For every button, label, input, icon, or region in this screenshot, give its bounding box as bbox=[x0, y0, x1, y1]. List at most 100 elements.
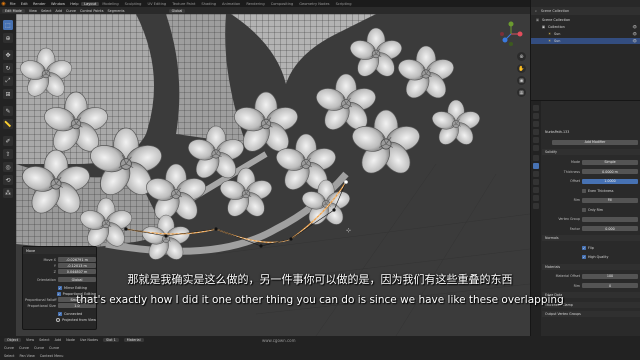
status-item[interactable]: Pan View bbox=[19, 354, 34, 358]
select-box-icon[interactable]: ⬚ bbox=[3, 20, 13, 30]
status-item[interactable]: Material bbox=[123, 338, 144, 342]
menu-window[interactable]: Window bbox=[48, 2, 67, 6]
object-name[interactable]: NurbsPath.133 bbox=[542, 130, 569, 134]
property-field[interactable]: 1.0000 bbox=[582, 178, 638, 184]
property-field[interactable]: Simple bbox=[582, 159, 638, 165]
projected-row[interactable]: Projected from View bbox=[25, 317, 96, 323]
rotate-icon[interactable]: ↻ bbox=[3, 63, 13, 73]
add-modifier-button[interactable]: Add Modifier bbox=[552, 139, 638, 145]
status-item[interactable]: Curve bbox=[49, 346, 59, 350]
property-checkbox-row[interactable]: ✓ Flip bbox=[542, 245, 640, 251]
menu-segments[interactable]: Segments bbox=[108, 9, 125, 13]
property-checkbox[interactable]: ✓ bbox=[582, 245, 586, 250]
property-checkbox[interactable] bbox=[582, 188, 586, 193]
status-item[interactable]: Context Menu bbox=[40, 354, 64, 358]
output-tab-icon[interactable] bbox=[533, 121, 539, 127]
tab-shading[interactable]: Shading bbox=[198, 2, 219, 6]
tab-rendering[interactable]: Rendering bbox=[243, 2, 267, 6]
modifier-tab-icon[interactable] bbox=[533, 163, 539, 169]
menu-file[interactable]: File bbox=[7, 2, 18, 6]
property-field[interactable] bbox=[582, 216, 638, 222]
world-tab-icon[interactable] bbox=[533, 145, 539, 151]
camera-icon[interactable]: ▣ bbox=[517, 76, 526, 85]
blender-logo-icon[interactable]: ◉ bbox=[0, 0, 7, 7]
object-name-row[interactable]: NurbsPath.133 bbox=[542, 129, 640, 135]
filter-icon[interactable]: ⌕ bbox=[535, 9, 537, 13]
menu-edit[interactable]: Edit bbox=[18, 2, 30, 6]
property-field[interactable]: 0.0000 m bbox=[582, 169, 638, 174]
move-y-field[interactable]: -0.12013 m bbox=[58, 263, 96, 269]
status-item[interactable]: View bbox=[26, 338, 34, 342]
property-row[interactable]: Vertex Group bbox=[542, 216, 640, 222]
radius-icon[interactable]: ◎ bbox=[3, 162, 13, 172]
particles-tab-icon[interactable] bbox=[533, 171, 539, 177]
connected-row[interactable]: ✓ Connected bbox=[25, 311, 96, 317]
move-x-row[interactable]: Move X -0.026791 m bbox=[25, 257, 96, 263]
modifier-header[interactable]: Solidify bbox=[542, 149, 640, 155]
measure-icon[interactable]: 📏 bbox=[3, 119, 13, 129]
panel-section-header[interactable]: Output Vertex Groups bbox=[542, 311, 640, 317]
visibility-eye-icon[interactable]: 👁 bbox=[632, 32, 637, 36]
tab-modeling[interactable]: Modeling bbox=[99, 2, 121, 6]
randomize-icon[interactable]: ⁂ bbox=[3, 188, 13, 198]
constraints-tab-icon[interactable] bbox=[533, 187, 539, 193]
render-tab-icon[interactable] bbox=[533, 113, 539, 119]
mode-selector[interactable]: Edit Mode bbox=[2, 8, 25, 13]
panel-section-header[interactable]: Normals bbox=[542, 235, 640, 241]
physics-tab-icon[interactable] bbox=[533, 179, 539, 185]
tab-uv-editing[interactable]: UV Editing bbox=[144, 2, 169, 6]
section-label[interactable]: Normals bbox=[545, 236, 559, 240]
add-modifier-row[interactable]: Add Modifier bbox=[542, 139, 640, 145]
tilt-icon[interactable]: ⟲ bbox=[3, 175, 13, 185]
grid-icon[interactable]: ▦ bbox=[517, 88, 526, 97]
connected-checkbox[interactable]: ✓ bbox=[58, 311, 62, 316]
scale-icon[interactable]: ⤢ bbox=[3, 76, 13, 86]
draw-icon[interactable]: ✐ bbox=[3, 136, 13, 146]
menu-curve[interactable]: Curve bbox=[66, 9, 76, 13]
property-field[interactable]: 0.000 bbox=[582, 226, 638, 231]
annotate-icon[interactable]: ✎ bbox=[3, 106, 13, 116]
tab-compositing[interactable]: Compositing bbox=[268, 2, 297, 6]
tool-tab-icon[interactable] bbox=[533, 105, 539, 111]
menu-add[interactable]: Add bbox=[55, 9, 62, 13]
status-item[interactable]: Curve bbox=[19, 346, 29, 350]
menu-select[interactable]: Select bbox=[41, 9, 51, 13]
visibility-eye-icon[interactable]: 👁 bbox=[632, 25, 637, 29]
projected-checkbox[interactable] bbox=[56, 317, 61, 322]
menu-render[interactable]: Render bbox=[30, 2, 48, 6]
tab-scripting[interactable]: Scripting bbox=[333, 2, 355, 6]
outliner[interactable]: ⌕ Scene Collection ▣ Scene Collection ▣ Col… bbox=[530, 0, 640, 100]
menu-view[interactable]: View bbox=[29, 9, 37, 13]
status-item[interactable]: Object bbox=[4, 338, 22, 342]
panel-section-header[interactable]: Materials bbox=[542, 263, 640, 270]
property-row[interactable]: Factor 0.000 bbox=[542, 226, 640, 232]
tab-geometry-nodes[interactable]: Geometry Nodes bbox=[296, 2, 332, 6]
scene-tab-icon[interactable] bbox=[533, 137, 539, 143]
visibility-eye-icon[interactable]: 👁 bbox=[632, 39, 637, 43]
status-item[interactable]: Curve bbox=[4, 346, 14, 350]
transform-orientation[interactable]: Global bbox=[168, 8, 186, 13]
property-checkbox-row[interactable]: Even Thickness bbox=[542, 188, 640, 194]
property-field[interactable]: Fill bbox=[582, 197, 638, 203]
outliner-row[interactable]: ▣ Scene Collection bbox=[531, 17, 640, 23]
tab-sculpting[interactable]: Sculpting bbox=[122, 2, 145, 6]
property-checkbox[interactable] bbox=[582, 207, 586, 212]
operator-title[interactable]: Move bbox=[23, 247, 96, 254]
status-item[interactable]: Node bbox=[66, 338, 75, 342]
status-item[interactable]: Use Nodes bbox=[80, 338, 98, 342]
outliner-row[interactable]: ▣ Collection 👁 bbox=[531, 24, 640, 30]
modifier-name[interactable]: Solidify bbox=[545, 150, 557, 154]
menu-control-points[interactable]: Control Points bbox=[80, 9, 104, 13]
status-item[interactable]: Select bbox=[39, 338, 49, 342]
property-row[interactable]: Rim Fill bbox=[542, 197, 640, 203]
material-tab-icon[interactable] bbox=[533, 203, 539, 209]
menu-help[interactable]: Help bbox=[68, 2, 81, 6]
cursor-icon[interactable]: ⊕ bbox=[3, 33, 13, 43]
outliner-row[interactable]: ☀ Sun 👁 bbox=[531, 31, 640, 37]
transform-icon[interactable]: ⊞ bbox=[3, 89, 13, 99]
property-checkbox-row[interactable]: Only Rim bbox=[542, 207, 640, 213]
section-label[interactable]: Materials bbox=[545, 265, 560, 269]
tab-texture-paint[interactable]: Texture Paint bbox=[169, 2, 198, 6]
property-row[interactable]: Thickness 0.0000 m bbox=[542, 169, 640, 175]
pan-hand-icon[interactable]: ✋ bbox=[517, 64, 526, 73]
